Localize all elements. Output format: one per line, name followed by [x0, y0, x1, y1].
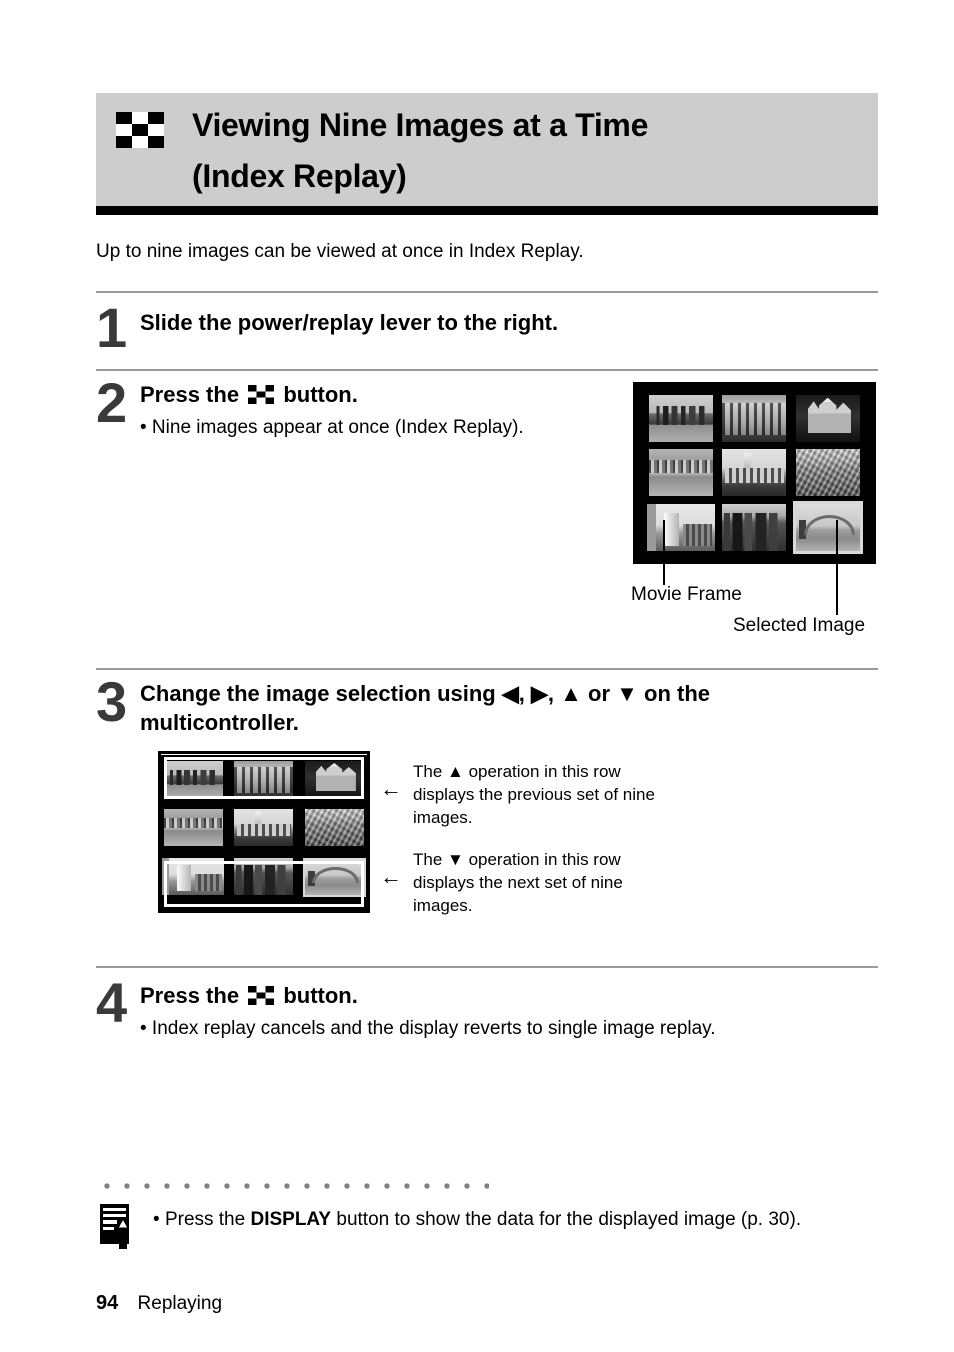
page-title: Viewing Nine Images at a Time (Index Rep…	[192, 100, 862, 202]
note-bullet: •	[153, 1209, 160, 1230]
section-divider	[96, 966, 878, 968]
section-divider	[96, 291, 878, 293]
grid-cell	[645, 392, 717, 445]
index-checker-icon	[248, 986, 275, 1005]
arrow-left-icon: ←	[380, 776, 402, 801]
thumb-tower-blocks[interactable]	[722, 504, 787, 552]
thumb-ornate-building[interactable]	[234, 760, 294, 798]
step-number-3: 3	[96, 670, 128, 733]
thumb-city-skyline[interactable]	[648, 394, 713, 442]
leader-line-selected-image	[836, 520, 838, 615]
step-number-1: 1	[96, 296, 128, 359]
arrow-left-icon: ←	[380, 864, 402, 889]
leader-line-movie-frame	[663, 520, 665, 585]
diagram-bottom-bar	[158, 901, 370, 913]
step-bullet-2: • Nine images appear at once (Index Repl…	[140, 417, 524, 438]
thumb-waterfront[interactable]	[163, 809, 223, 847]
step-title-3: Change the image selection using ◀, ▶, ▲…	[140, 681, 711, 735]
grid-cell	[792, 501, 864, 555]
intro-paragraph: Up to nine images can be viewed at once …	[96, 241, 584, 262]
thumb-waterfront[interactable]	[648, 449, 713, 497]
thumb-colonnade[interactable]	[234, 809, 294, 847]
memo-pencil-icon	[99, 1203, 133, 1251]
step-4-text-before: Press the	[140, 983, 240, 1008]
thumbnail-grid	[645, 392, 864, 555]
step-2-text-after: button.	[283, 382, 358, 407]
thumb-harbour-bridge[interactable]	[303, 856, 367, 898]
grid-cell	[719, 392, 791, 445]
film-sprockets-icon	[647, 504, 656, 551]
note-text: • Press the DISPLAY button to show the d…	[153, 1207, 873, 1233]
diagram-row-middle	[158, 804, 370, 853]
index-checker-icon	[116, 112, 164, 148]
thumb-monument-movie[interactable]	[646, 504, 715, 552]
step-number-2: 2	[96, 371, 128, 434]
thumb-monument-movie[interactable]	[162, 858, 225, 896]
row-navigation-diagram	[158, 751, 370, 913]
step-number-4: 4	[96, 971, 128, 1034]
thumb-ornate-building[interactable]	[722, 394, 787, 442]
grid-cell	[645, 447, 717, 500]
footer-section-name: Replaying	[137, 1293, 223, 1314]
step-bullet-4: • Index replay cancels and the display r…	[140, 1018, 716, 1039]
diagram-row-top	[158, 755, 370, 804]
thumb-cathedral[interactable]	[305, 760, 365, 798]
diagram-row-bottom	[158, 852, 370, 901]
page-footer: 94 Replaying	[96, 1291, 222, 1316]
grid-cell	[719, 501, 791, 554]
diagram-thumbnail-grid	[158, 755, 370, 913]
step-4-text-after: button.	[283, 983, 358, 1008]
page-title-line1: Viewing Nine Images at a Time	[192, 107, 649, 143]
step-title-1: Slide the power/replay lever to the righ…	[140, 310, 559, 335]
page-title-line2: (Index Replay)	[192, 158, 407, 194]
manual-page: Viewing Nine Images at a Time (Index Rep…	[0, 0, 954, 1352]
index-replay-screen-figure	[633, 382, 876, 564]
section-divider	[96, 668, 878, 670]
film-sprockets-icon	[162, 858, 169, 895]
note-text-after: button to show the data for the displaye…	[336, 1209, 802, 1230]
thumb-city-skyline[interactable]	[163, 760, 223, 798]
grid-cell	[792, 447, 864, 500]
dotted-divider	[97, 1182, 489, 1190]
thumb-cathedral[interactable]	[796, 394, 861, 442]
note-text-before: Press the	[164, 1209, 246, 1230]
step-title-2: Press the button.	[140, 380, 600, 409]
annotation-up: The ▲ operation in this row displays the…	[413, 762, 655, 827]
section-divider	[96, 369, 878, 371]
grid-cell	[645, 501, 717, 554]
thumb-colonnade[interactable]	[722, 449, 787, 497]
note-emphasis: DISPLAY	[250, 1209, 332, 1230]
header-underline-rule	[96, 206, 878, 215]
step-title-4: Press the button.	[140, 981, 640, 1010]
thumb-harbour-bridge[interactable]	[793, 501, 864, 555]
page-number: 94	[96, 1292, 119, 1314]
index-checker-icon	[248, 385, 275, 404]
grid-cell	[719, 447, 791, 500]
thumb-aerial-view[interactable]	[796, 449, 861, 497]
annotation-down: The ▼ operation in this row displays the…	[413, 850, 623, 915]
caption-movie-frame: Movie Frame	[631, 584, 742, 605]
step-2-text-before: Press the	[140, 382, 240, 407]
grid-cell	[792, 392, 864, 445]
thumb-tower-blocks[interactable]	[234, 858, 294, 896]
thumb-aerial-view[interactable]	[305, 809, 365, 847]
caption-selected-image: Selected Image	[733, 615, 866, 636]
